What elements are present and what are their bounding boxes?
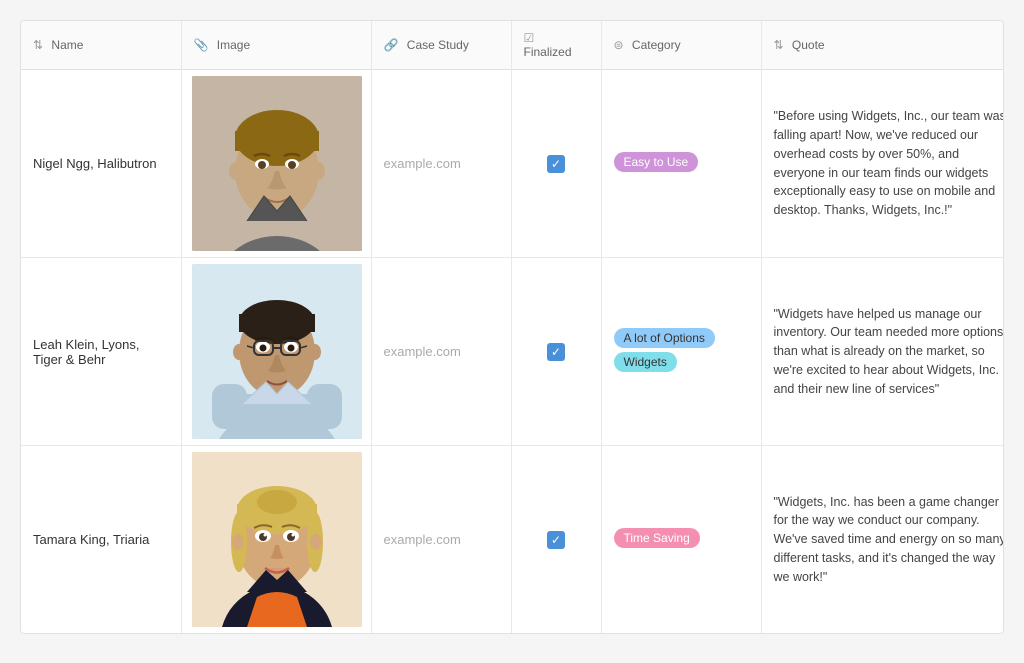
category-badge: Easy to Use xyxy=(614,152,699,172)
cell-category: Easy to Use xyxy=(601,70,761,258)
category-badge: Time Saving xyxy=(614,528,700,548)
cell-finalized[interactable]: ✓ xyxy=(511,446,601,634)
cell-category: Time Saving xyxy=(601,446,761,634)
casestudy-link[interactable]: example.com xyxy=(384,156,461,171)
table-row: Nigel Ngg, Halibutron example.com ✓ Easy t… xyxy=(21,70,1004,258)
sort-icon: ⇅ xyxy=(33,38,43,52)
row-portrait xyxy=(192,76,362,251)
cell-category: A lot of Options Widgets xyxy=(601,258,761,446)
cell-image xyxy=(181,258,371,446)
col-header-category: ⊜ Category xyxy=(601,21,761,70)
cell-image xyxy=(181,446,371,634)
cell-casestudy[interactable]: example.com xyxy=(371,446,511,634)
col-header-image: 📎 Image xyxy=(181,21,371,70)
col-header-finalized: ☑ Finalized xyxy=(511,21,601,70)
cell-quote: "Widgets have helped us manage our inven… xyxy=(761,258,1004,446)
col-label-quote: Quote xyxy=(792,38,825,52)
sort-icon-2: ⇅ xyxy=(774,38,784,52)
cell-image xyxy=(181,70,371,258)
col-label-image: Image xyxy=(217,38,250,52)
data-table: ⇅ Name 📎 Image 🔗 Case Study ☑ Finalized … xyxy=(20,20,1004,634)
cell-name: Tamara King, Triaria xyxy=(21,446,181,634)
checkbox-icon: ☑ xyxy=(524,31,535,45)
finalized-checkbox[interactable]: ✓ xyxy=(547,155,565,173)
category-badge: Widgets xyxy=(614,352,677,372)
col-label-casestudy: Case Study xyxy=(407,38,469,52)
col-label-finalized: Finalized xyxy=(524,45,572,59)
cell-name: Leah Klein, Lyons, Tiger & Behr xyxy=(21,258,181,446)
cell-quote: "Widgets, Inc. has been a game changer f… xyxy=(761,446,1004,634)
category-badge: A lot of Options xyxy=(614,328,715,348)
database-icon: ⊜ xyxy=(614,38,624,52)
cell-casestudy[interactable]: example.com xyxy=(371,70,511,258)
col-header-quote[interactable]: ⇅ Quote xyxy=(761,21,1004,70)
casestudy-link[interactable]: example.com xyxy=(384,532,461,547)
cell-casestudy[interactable]: example.com xyxy=(371,258,511,446)
cell-finalized[interactable]: ✓ xyxy=(511,258,601,446)
table-header-row: ⇅ Name 📎 Image 🔗 Case Study ☑ Finalized … xyxy=(21,21,1004,70)
cell-finalized[interactable]: ✓ xyxy=(511,70,601,258)
col-header-casestudy[interactable]: 🔗 Case Study xyxy=(371,21,511,70)
row-portrait xyxy=(192,452,362,627)
cell-quote: "Before using Widgets, Inc., our team wa… xyxy=(761,70,1004,258)
attachment-icon: 📎 xyxy=(194,38,209,52)
col-header-name[interactable]: ⇅ Name xyxy=(21,21,181,70)
col-label-category: Category xyxy=(632,38,681,52)
finalized-checkbox[interactable]: ✓ xyxy=(547,531,565,549)
link-icon: 🔗 xyxy=(384,38,399,52)
finalized-checkbox[interactable]: ✓ xyxy=(547,343,565,361)
table-row: Leah Klein, Lyons, Tiger & Behr xyxy=(21,258,1004,446)
cell-name: Nigel Ngg, Halibutron xyxy=(21,70,181,258)
casestudy-link[interactable]: example.com xyxy=(384,344,461,359)
row-portrait xyxy=(192,264,362,439)
col-label-name: Name xyxy=(51,38,83,52)
table-row: Tamara King, Triaria xyxy=(21,446,1004,634)
